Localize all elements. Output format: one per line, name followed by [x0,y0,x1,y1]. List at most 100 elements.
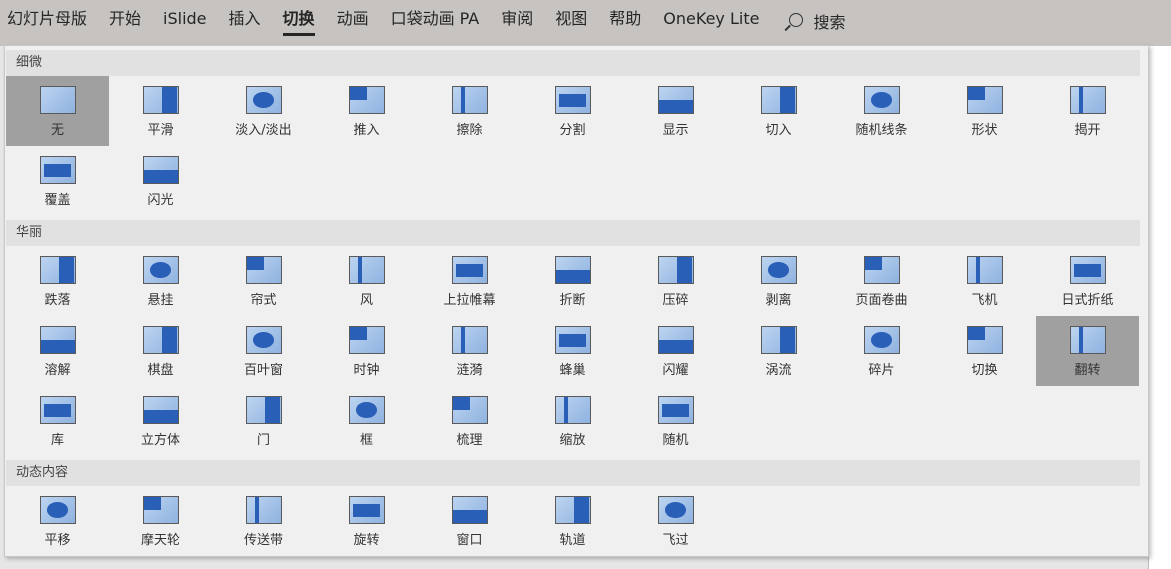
transition-label: 棋盘 [147,363,174,378]
transition-item[interactable]: 窗口 [418,486,521,556]
transition-item[interactable]: 日式折纸 [1036,246,1139,316]
orbit-icon [554,496,591,524]
transition-label: 淡入/淡出 [235,123,292,138]
transition-item[interactable]: 棋盘 [109,316,212,386]
transition-item[interactable]: 擦除 [418,76,521,146]
transition-label: 梳理 [456,433,483,448]
transition-label: 跌落 [44,293,71,308]
transition-item[interactable]: 显示 [624,76,727,146]
transition-item[interactable]: 跌落 [6,246,109,316]
fly-through-icon [657,496,694,524]
transition-label: 碎片 [868,363,895,378]
tab-3[interactable]: 插入 [229,0,261,46]
transition-item[interactable]: 涡流 [727,316,830,386]
transition-item[interactable]: 页面卷曲 [830,246,933,316]
tab-5[interactable]: 动画 [337,0,369,46]
transition-label: 压碎 [662,293,689,308]
transition-item[interactable]: 淡入/淡出 [212,76,315,146]
transition-item[interactable]: 涟漪 [418,316,521,386]
transition-label: 悬挂 [147,293,174,308]
tab-1[interactable]: 开始 [109,0,141,46]
wipe-icon [451,86,488,114]
transition-label: 平移 [44,533,71,548]
transition-item[interactable]: 百叶窗 [212,316,315,386]
uncover-icon [1069,86,1106,114]
conveyor-icon [245,496,282,524]
ferris-wheel-icon [142,496,179,524]
transition-item[interactable]: 传送带 [212,486,315,556]
transition-item[interactable]: 库 [6,386,109,456]
transition-item[interactable]: 推入 [315,76,418,146]
transition-item[interactable]: 无 [6,76,109,146]
transition-item[interactable]: 随机线条 [830,76,933,146]
search-label: 搜索 [813,13,846,32]
rotate-icon [348,496,385,524]
search-box[interactable]: 搜索 [789,0,845,46]
transition-item[interactable]: 折断 [521,246,624,316]
transition-item[interactable]: 切入 [727,76,830,146]
cube-icon [142,396,179,424]
transition-item[interactable]: 梳理 [418,386,521,456]
transition-item[interactable]: 飞过 [624,486,727,556]
tab-10[interactable]: OneKey Lite [663,0,759,46]
curtains-icon [245,256,282,284]
fade-icon [245,86,282,114]
tab-2[interactable]: iSlide [163,0,207,46]
transition-item[interactable]: 剥离 [727,246,830,316]
transition-item[interactable]: 风 [315,246,418,316]
switch-icon [966,326,1003,354]
transition-label: 传送带 [243,533,283,548]
tab-8[interactable]: 视图 [555,0,587,46]
gallery-icon [39,396,76,424]
transition-label: 上拉帷幕 [443,293,496,308]
transition-item[interactable]: 缩放 [521,386,624,456]
tab-7[interactable]: 审阅 [501,0,533,46]
transition-item[interactable]: 飞机 [933,246,1036,316]
tab-9[interactable]: 帮助 [609,0,641,46]
transition-item[interactable]: 上拉帷幕 [418,246,521,316]
transition-item[interactable]: 压碎 [624,246,727,316]
transition-item[interactable]: 平移 [6,486,109,556]
peel-off-icon [760,256,797,284]
transition-item[interactable]: 闪耀 [624,316,727,386]
transition-item[interactable]: 门 [212,386,315,456]
transition-item[interactable]: 溶解 [6,316,109,386]
transition-item[interactable]: 轨道 [521,486,624,556]
transition-item[interactable]: 旋转 [315,486,418,556]
zoom-icon [554,396,591,424]
transition-item[interactable]: 框 [315,386,418,456]
page-curl-icon [863,256,900,284]
transition-item[interactable]: 形状 [933,76,1036,146]
transition-item[interactable]: 闪光 [109,146,212,216]
transition-item[interactable]: 时钟 [315,316,418,386]
tab-4[interactable]: 切换 [282,0,315,46]
transition-item[interactable]: 帘式 [212,246,315,316]
transition-item[interactable]: 覆盖 [6,146,109,216]
dissolve-icon [39,326,76,354]
transition-item[interactable]: 翻转 [1036,316,1139,386]
transition-label: 无 [50,123,64,138]
transition-label: 百叶窗 [243,363,283,378]
tab-0[interactable]: 幻灯片母版 [7,0,87,46]
tab-6[interactable]: 口袋动画 PA [391,0,480,46]
transition-label: 旋转 [353,533,380,548]
transition-item[interactable]: 蜂巢 [521,316,624,386]
drape-icon [142,256,179,284]
section-header: 动态内容 [6,460,1140,486]
transition-label: 摩天轮 [140,533,180,548]
transition-item[interactable]: 碎片 [830,316,933,386]
crush-icon [657,256,694,284]
slide-background [1148,46,1171,569]
transition-item[interactable]: 摩天轮 [109,486,212,556]
transition-item[interactable]: 悬挂 [109,246,212,316]
clock-icon [348,326,385,354]
transition-item[interactable]: 分割 [521,76,624,146]
transition-item[interactable]: 切换 [933,316,1036,386]
transition-item[interactable]: 平滑 [109,76,212,146]
none-icon [39,86,76,114]
transition-item[interactable]: 随机 [624,386,727,456]
transition-item[interactable]: 立方体 [109,386,212,456]
transition-item[interactable]: 揭开 [1036,76,1139,146]
transition-label: 飞机 [971,293,998,308]
transition-label: 闪耀 [662,363,689,378]
